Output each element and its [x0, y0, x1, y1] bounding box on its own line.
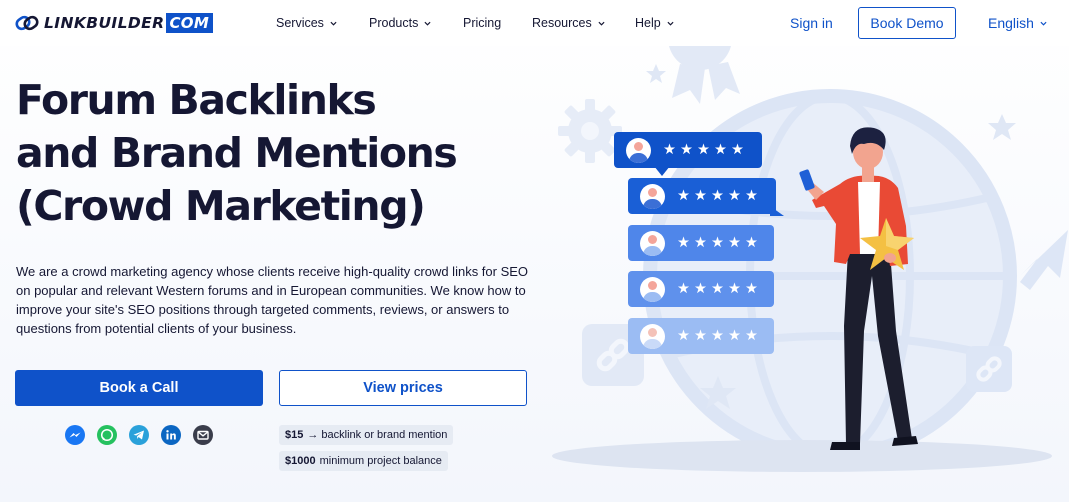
chevron-down-icon: [667, 21, 674, 26]
avatar: [640, 276, 665, 302]
five-star-rating: ★★★★★: [677, 328, 762, 344]
language-selector[interactable]: English: [988, 15, 1047, 31]
logo[interactable]: LINKBUILDER COM: [15, 11, 214, 35]
book-a-call-button[interactable]: Book a Call: [15, 370, 263, 406]
nav-help[interactable]: Help: [635, 16, 674, 30]
review-card: ★★★★★: [628, 178, 776, 214]
nav-label: Products: [369, 16, 419, 30]
hero-title-line: (Crowd Marketing): [16, 182, 426, 230]
price-text: → backlink or brand mention: [307, 429, 448, 441]
review-card: ★★★★★: [628, 271, 774, 307]
five-star-rating: ★★★★★: [677, 281, 762, 297]
hero-description: We are a crowd marketing agency whose cl…: [16, 264, 529, 336]
chevron-down-icon: [598, 21, 605, 26]
view-prices-button[interactable]: View prices: [279, 370, 527, 406]
messenger-icon[interactable]: [65, 425, 85, 445]
nav-resources[interactable]: Resources: [532, 16, 605, 30]
site-header: LINKBUILDER COM Services Products Pricin…: [0, 0, 1069, 46]
sign-in-link[interactable]: Sign in: [790, 15, 833, 31]
nav-label: Resources: [532, 16, 592, 30]
chevron-down-icon: [424, 21, 431, 26]
five-star-rating: ★★★★★: [663, 142, 748, 158]
nav-products[interactable]: Products: [369, 16, 431, 30]
whatsapp-icon[interactable]: [97, 425, 117, 445]
logo-suffix: COM: [166, 13, 214, 33]
telegram-icon[interactable]: [129, 425, 149, 445]
price-note-backlink: $15 → backlink or brand mention: [279, 425, 454, 445]
five-star-rating: ★★★★★: [677, 235, 762, 251]
five-star-rating: ★★★★★: [677, 188, 762, 204]
chevron-down-icon: [330, 21, 337, 26]
nav-label: Services: [276, 16, 324, 30]
nav-label: Help: [635, 16, 661, 30]
avatar: [640, 183, 665, 209]
avatar: [626, 137, 651, 163]
language-label: English: [988, 15, 1034, 31]
email-icon[interactable]: [193, 425, 213, 445]
review-card: ★★★★★: [628, 225, 774, 261]
book-demo-button[interactable]: Book Demo: [858, 7, 956, 39]
price-value: $1000: [285, 455, 316, 467]
logo-brand-text: LINKBUILDER: [44, 14, 165, 32]
price-value: $15: [285, 429, 304, 441]
hero-title-line: and Brand Mentions: [16, 129, 458, 177]
card-tail: [770, 206, 784, 216]
nav-pricing[interactable]: Pricing: [463, 16, 501, 30]
nav-label: Pricing: [463, 16, 502, 30]
avatar: [640, 323, 665, 349]
avatar: [640, 230, 665, 256]
person-illustration: [799, 127, 918, 450]
card-tail: [654, 166, 670, 176]
review-card: ★★★★★: [628, 318, 774, 354]
nav-services[interactable]: Services: [276, 16, 337, 30]
chevron-down-icon: [1040, 21, 1047, 26]
linkedin-icon[interactable]: [161, 425, 181, 445]
price-note-minimum: $1000 minimum project balance: [279, 451, 448, 471]
price-text: minimum project balance: [319, 455, 442, 467]
hero-illustration: ★★★★★ ★★★★★ ★★★★★ ★★★★★ ★★★★★: [550, 46, 1069, 502]
hero-title: Forum Backlinks and Brand Mentions (Crow…: [16, 74, 536, 233]
link-logo-icon: [15, 15, 39, 31]
review-card: ★★★★★: [614, 132, 762, 168]
hero-title-line: Forum Backlinks: [16, 76, 377, 124]
